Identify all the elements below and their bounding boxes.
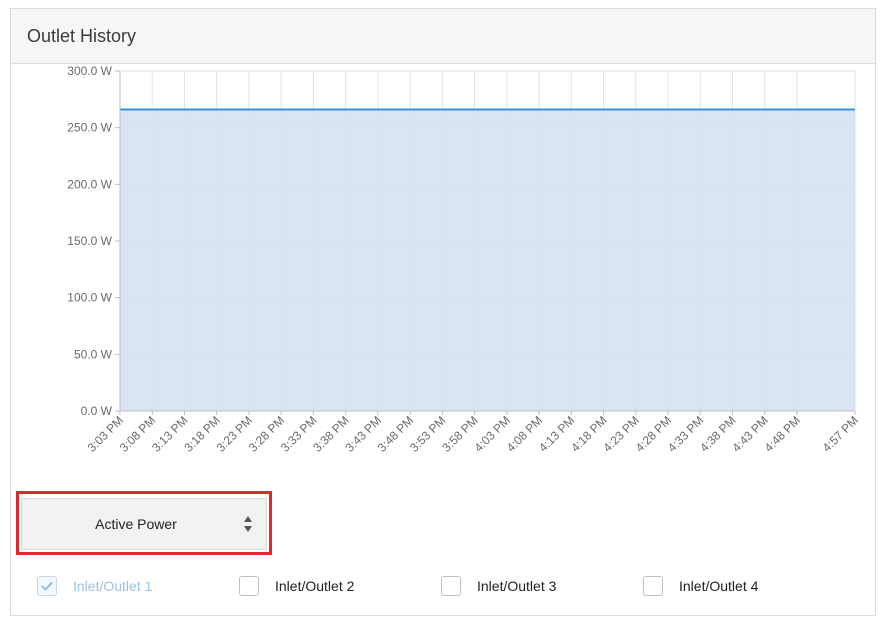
y-tick-label: 300.0 W <box>67 64 112 78</box>
checkbox-item-inlet-outlet-4[interactable]: Inlet/Outlet 4 <box>643 571 758 601</box>
x-tick-label: 4:48 PM <box>762 413 804 455</box>
metric-select[interactable]: Active Power <box>21 498 267 550</box>
checkbox-inlet-outlet-3[interactable] <box>441 576 461 596</box>
y-tick-label: 150.0 W <box>67 234 112 248</box>
up-down-arrows-icon <box>230 515 266 533</box>
active-power-area <box>120 109 855 412</box>
checkbox-label: Inlet/Outlet 4 <box>679 578 759 594</box>
series-checkboxes: Inlet/Outlet 1 Inlet/Outlet 2 Inlet/Outl… <box>25 571 865 601</box>
checkbox-item-inlet-outlet-2[interactable]: Inlet/Outlet 2 <box>239 571 354 601</box>
power-chart-svg: 0.0 W 50.0 W 100.0 W 150.0 W 200.0 W 250.0 W 3… <box>67 64 862 455</box>
checkbox-inlet-outlet-1[interactable] <box>37 576 57 596</box>
checkbox-item-inlet-outlet-1[interactable]: Inlet/Outlet 1 <box>37 571 152 601</box>
checkbox-label: Inlet/Outlet 1 <box>73 578 153 594</box>
outlet-history-panel: Outlet History 0.0 W 50.0 W 100.0 W 150.0 W… <box>10 8 876 616</box>
y-tick-label: 50.0 W <box>74 347 113 361</box>
y-tick-label: 100.0 W <box>67 291 112 305</box>
checkbox-inlet-outlet-2[interactable] <box>239 576 259 596</box>
y-tick-label: 250.0 W <box>67 121 112 135</box>
y-tick-label: 0.0 W <box>81 404 113 418</box>
panel-title: Outlet History <box>27 25 137 46</box>
checkbox-inlet-outlet-4[interactable] <box>643 576 663 596</box>
checkbox-item-inlet-outlet-3[interactable]: Inlet/Outlet 3 <box>441 571 556 601</box>
y-tick-label: 200.0 W <box>67 177 112 191</box>
panel-header: Outlet History <box>11 9 875 64</box>
x-tick-label: 4:57 PM <box>820 413 862 455</box>
metric-select-value: Active Power <box>95 516 177 532</box>
checkmark-icon <box>41 581 53 591</box>
checkbox-label: Inlet/Outlet 2 <box>275 578 355 594</box>
checkbox-label: Inlet/Outlet 3 <box>477 578 557 594</box>
power-chart: 0.0 W 50.0 W 100.0 W 150.0 W 200.0 W 250.0 W 3… <box>11 64 875 484</box>
